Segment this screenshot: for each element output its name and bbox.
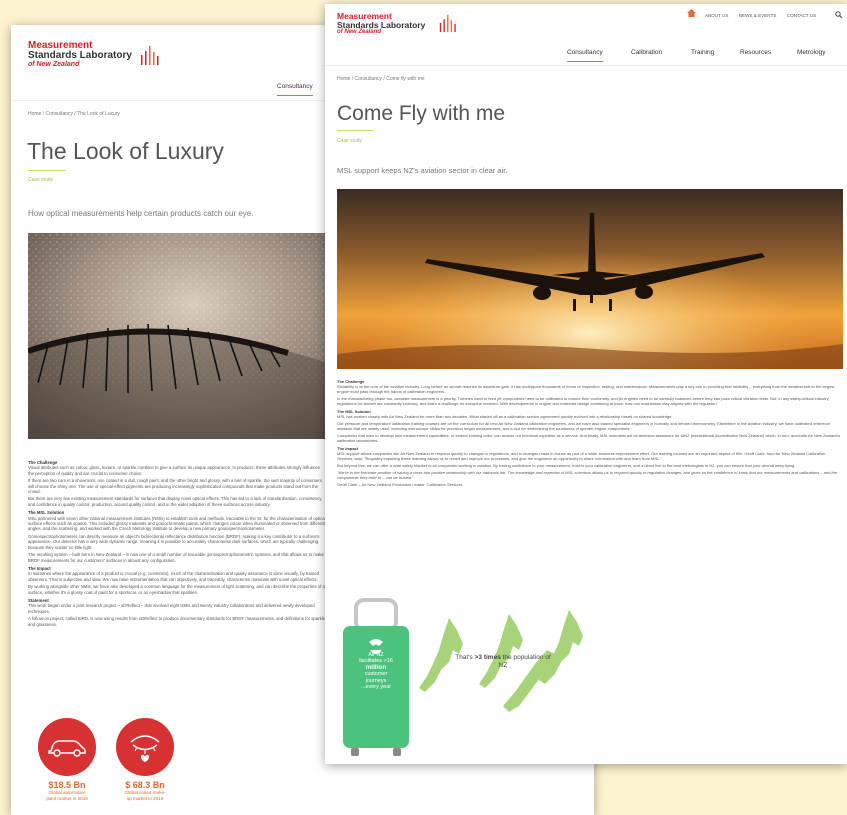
quote-attribution: Geoff Clark – Air New Zealand Production… [337,482,463,487]
paragraph: A follow-on project, called BiRD, is now… [28,616,326,627]
lead-text: How optical measurements help certain pr… [28,209,254,218]
paragraph: MSL partnered with seven other national … [28,515,326,532]
breadcrumb-home[interactable]: Home [28,111,41,117]
stat-amount: $ 68.3 Bn [125,780,165,790]
main-nav: Consultancy [277,83,313,96]
paragraph: Our pressure and temperature calibration… [337,421,830,431]
nav-item-metrology[interactable]: Metrology [797,49,826,56]
paragraph: This work began under a joint research p… [28,603,315,614]
breadcrumb: Home / Consultancy / The Look of Luxury [28,111,120,117]
stat-circle [116,718,174,776]
paragraph: If there are two cars in a showroom, one… [28,478,322,495]
nav-item-consultancy[interactable]: Consultancy [567,49,603,62]
stat-caption: paint market in 2016 [46,795,88,801]
logo-bars-icon [439,14,456,33]
stats-infographic: $18.5 Bn Global automotive paint market … [33,718,179,801]
eye-makeup-image [28,233,328,439]
msl-logo[interactable]: Measurement Standards Laboratory of New … [28,41,132,69]
paragraph: Visual attributes such as colour, gloss,… [28,465,321,476]
paragraph: Reliability is at the core of the aviati… [337,384,835,394]
logo-line2: Standards Laboratory [28,50,132,61]
breadcrumb: Home / Consultancy / Come fly with me [337,76,425,82]
stat-makeup: $ 68.3 Bn Global colour make- up market … [111,718,179,801]
article-body: The Challenge Visual attributes such as … [28,457,326,629]
nav-item-resources[interactable]: Resources [740,49,771,56]
breadcrumb-home[interactable]: Home [337,76,350,82]
paragraph: The resulting system – built here in New… [28,552,324,563]
msl-logo[interactable]: Measurement Standards Laboratory of New … [337,12,425,35]
breadcrumb-separator: / [74,111,76,117]
paragraph: Goniospectrophotometers can directly mea… [28,533,320,550]
logo-line2: Standards Laboratory [337,19,426,30]
page-title: The Look of Luxury [27,138,224,164]
case-study-label: Case study [28,177,54,183]
stat-automotive: $18.5 Bn Global automotive paint market … [33,718,101,801]
breadcrumb-section[interactable]: Consultancy [355,76,383,82]
lead-text: MSL support keeps NZ's aviation sector i… [337,166,508,175]
eye-icon [130,735,160,762]
paragraph: But beyond this, we can offer a wide saf… [337,463,796,468]
suitcase-line: ...every year [360,684,392,691]
caption-bold: >3 times [474,654,501,661]
paragraph: Companies that wish to develop new measu… [337,433,841,443]
title-underline [337,130,373,131]
stat-circle [38,718,96,776]
stat-amount: $18.5 Bn [48,780,86,790]
nav-item-calibration[interactable]: Calibration [631,49,662,56]
breadcrumb-current: The Look of Luxury [77,111,120,117]
breadcrumb-separator: / [42,111,45,117]
suitcase-text: Air NZ facilitates >16 million customer … [343,652,409,690]
utility-nav: ABOUT US NEWS & EVENTS CONTACT US [705,13,825,18]
breadcrumb-current: Come fly with me [386,76,425,82]
paragraph: MSL has worked closely with Air New Zeal… [337,414,673,419]
paragraph: By working alongside other NMIs, we have… [28,584,325,595]
breadcrumb-separator: / [383,76,385,82]
paragraph: MSL support allows companies like Air Ne… [337,451,826,461]
stat-caption: up market in 2016 [126,795,164,801]
case-study-label: Case study [337,138,363,144]
nz-maps-caption: That's >3 times the population of NZ [455,654,551,670]
util-link-about[interactable]: ABOUT US [705,13,728,18]
car-icon [48,740,86,757]
front-webpage-screenshot: Measurement Standards Laboratory of New … [325,4,847,764]
paragraph: In the manufacturing phase too, accurate… [337,396,830,406]
home-icon[interactable] [687,9,696,17]
search-icon[interactable] [835,11,842,18]
quote: "We're in the fortunate position of havi… [337,470,838,480]
nav-item-consultancy[interactable]: Consultancy [277,83,313,96]
logo-line3: of New Zealand [337,29,382,35]
util-link-contact[interactable]: CONTACT US [787,13,816,18]
airplane-sunset-image [337,189,843,369]
paragraph: But there are very few existing measurem… [28,496,323,507]
caption-post: the population of NZ [498,654,551,669]
nav-item-training[interactable]: Training [691,49,714,56]
breadcrumb-separator: / [351,76,354,82]
logo-bars-icon [141,46,159,65]
nav-divider [325,65,847,66]
page-title: Come Fly with me [337,102,506,125]
caption-pre: That's [455,654,475,661]
breadcrumb-section[interactable]: Consultancy [46,111,74,117]
paragraph: In industries where the appearance of a … [28,571,320,582]
article-body: The Challenge Reliability is at the core… [337,376,841,489]
logo-line3: of New Zealand [28,61,80,68]
title-underline [28,170,66,171]
util-link-news[interactable]: NEWS & EVENTS [739,13,777,18]
